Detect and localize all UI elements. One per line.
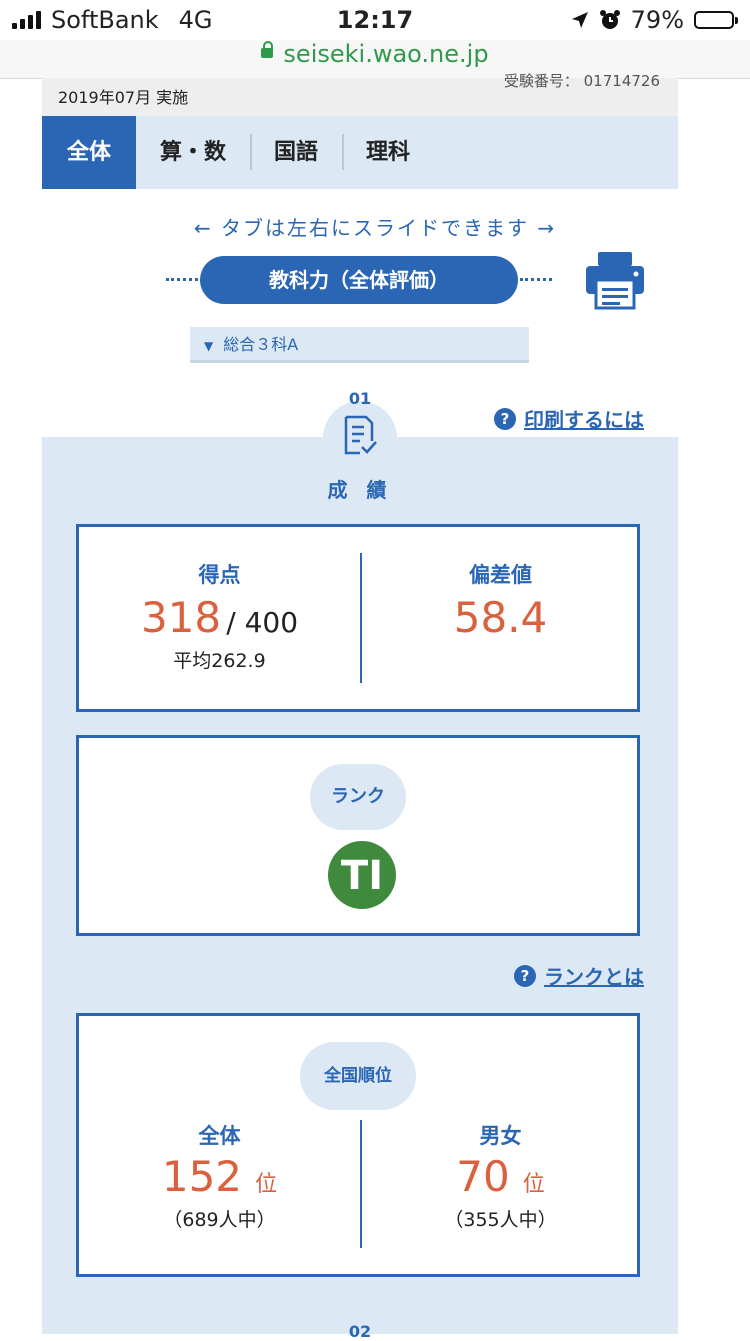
view-pill-button[interactable]: 教科力（全体評価） xyxy=(200,256,518,304)
status-bar: SoftBank 4G 12:17 79% xyxy=(0,0,750,40)
gender-rank-unit: 位 xyxy=(522,1172,545,1197)
score-column: 得点 318 / 400 平均262.9 xyxy=(79,527,360,709)
national-rank-card: 全国順位 全体 152 位 （689人中） 男女 70 位 （355人中） xyxy=(76,1013,640,1277)
printer-icon[interactable] xyxy=(584,250,646,310)
deviation-column: 偏差値 58.4 xyxy=(360,527,641,709)
gender-rank-line: 70 位 xyxy=(360,1152,641,1201)
url-text: seiseki.wao.ne.jp xyxy=(283,40,489,68)
score-average: 平均262.9 xyxy=(173,650,266,672)
rank-help-label: ランクとは xyxy=(544,965,644,989)
rank-chip-row: ランク xyxy=(79,764,637,830)
rank-label-chip: ランク xyxy=(310,764,406,830)
document-check-icon xyxy=(344,415,377,455)
subject-dropdown[interactable]: ▼ 総合３科A xyxy=(190,327,529,363)
rank-help-link[interactable]: ? ランクとは xyxy=(514,961,644,990)
view-selector-row: 教科力（全体評価） xyxy=(166,256,552,304)
dots-right xyxy=(520,278,552,281)
slide-hint: ← タブは左右にスライドできます → xyxy=(193,216,557,240)
question-icon: ? xyxy=(494,407,516,430)
section-badge: 01 xyxy=(323,389,397,475)
deviation-label: 偏差値 xyxy=(469,563,532,587)
overall-rank-line: 152 位 xyxy=(79,1152,360,1201)
question-icon: ? xyxy=(514,964,536,987)
dots-left xyxy=(166,278,198,281)
section-title: 成 績 xyxy=(327,478,393,502)
subject-tabs: 全体 算・数 国語 理科 xyxy=(42,116,678,189)
print-help-link[interactable]: ? 印刷するには xyxy=(494,404,644,433)
overall-rank-column: 全体 152 位 （689人中） xyxy=(79,1120,360,1232)
gender-rank-label: 男女 xyxy=(479,1124,522,1148)
status-right: 79% xyxy=(571,6,738,34)
overall-rank-label: 全体 xyxy=(198,1124,241,1148)
tab-overall[interactable]: 全体 xyxy=(42,116,136,189)
rank-badge-icon: TI xyxy=(328,841,396,909)
score-total: / 400 xyxy=(226,606,299,639)
score-line: 318 / 400 xyxy=(79,593,360,642)
battery-icon xyxy=(694,11,738,29)
gender-rank-total: （355人中） xyxy=(444,1209,557,1231)
battery-percent: 79% xyxy=(630,6,684,34)
score-card: 得点 318 / 400 平均262.9 偏差値 58.4 xyxy=(76,524,640,712)
lock-icon xyxy=(261,41,274,58)
tab-math[interactable]: 算・数 xyxy=(136,116,250,189)
svg-text:TI: TI xyxy=(341,853,383,899)
tab-japanese[interactable]: 国語 xyxy=(250,116,342,189)
national-rank-chip: 全国順位 xyxy=(300,1042,416,1110)
rank-card: ランク TI xyxy=(76,735,640,936)
gender-rank-column: 男女 70 位 （355人中） xyxy=(360,1120,641,1232)
exam-info: 2019年07月 実施 受験番号： 01714726 xyxy=(42,72,678,116)
dropdown-value: 総合３科A xyxy=(223,335,299,354)
location-arrow-icon xyxy=(571,12,588,28)
score-value: 318 xyxy=(140,593,222,642)
overall-rank-total: （689人中） xyxy=(163,1209,276,1231)
exam-date: 2019年07月 実施 xyxy=(58,88,189,107)
tab-science[interactable]: 理科 xyxy=(342,116,434,189)
print-help-label: 印刷するには xyxy=(524,408,644,432)
rank-symbol: TI xyxy=(341,853,383,899)
national-rank-chip-row: 全国順位 xyxy=(79,1042,637,1110)
overall-rank-unit: 位 xyxy=(255,1172,278,1197)
deviation-value: 58.4 xyxy=(453,593,548,642)
exam-number: 受験番号： 01714726 xyxy=(503,72,660,90)
next-section-number: 02 xyxy=(348,1322,372,1341)
alarm-icon xyxy=(599,10,620,29)
overall-rank-value: 152 xyxy=(161,1152,243,1201)
gender-rank-value: 70 xyxy=(456,1152,510,1201)
score-label: 得点 xyxy=(198,563,241,587)
triangle-down-icon: ▼ xyxy=(204,339,214,353)
section-number: 01 xyxy=(348,389,372,408)
